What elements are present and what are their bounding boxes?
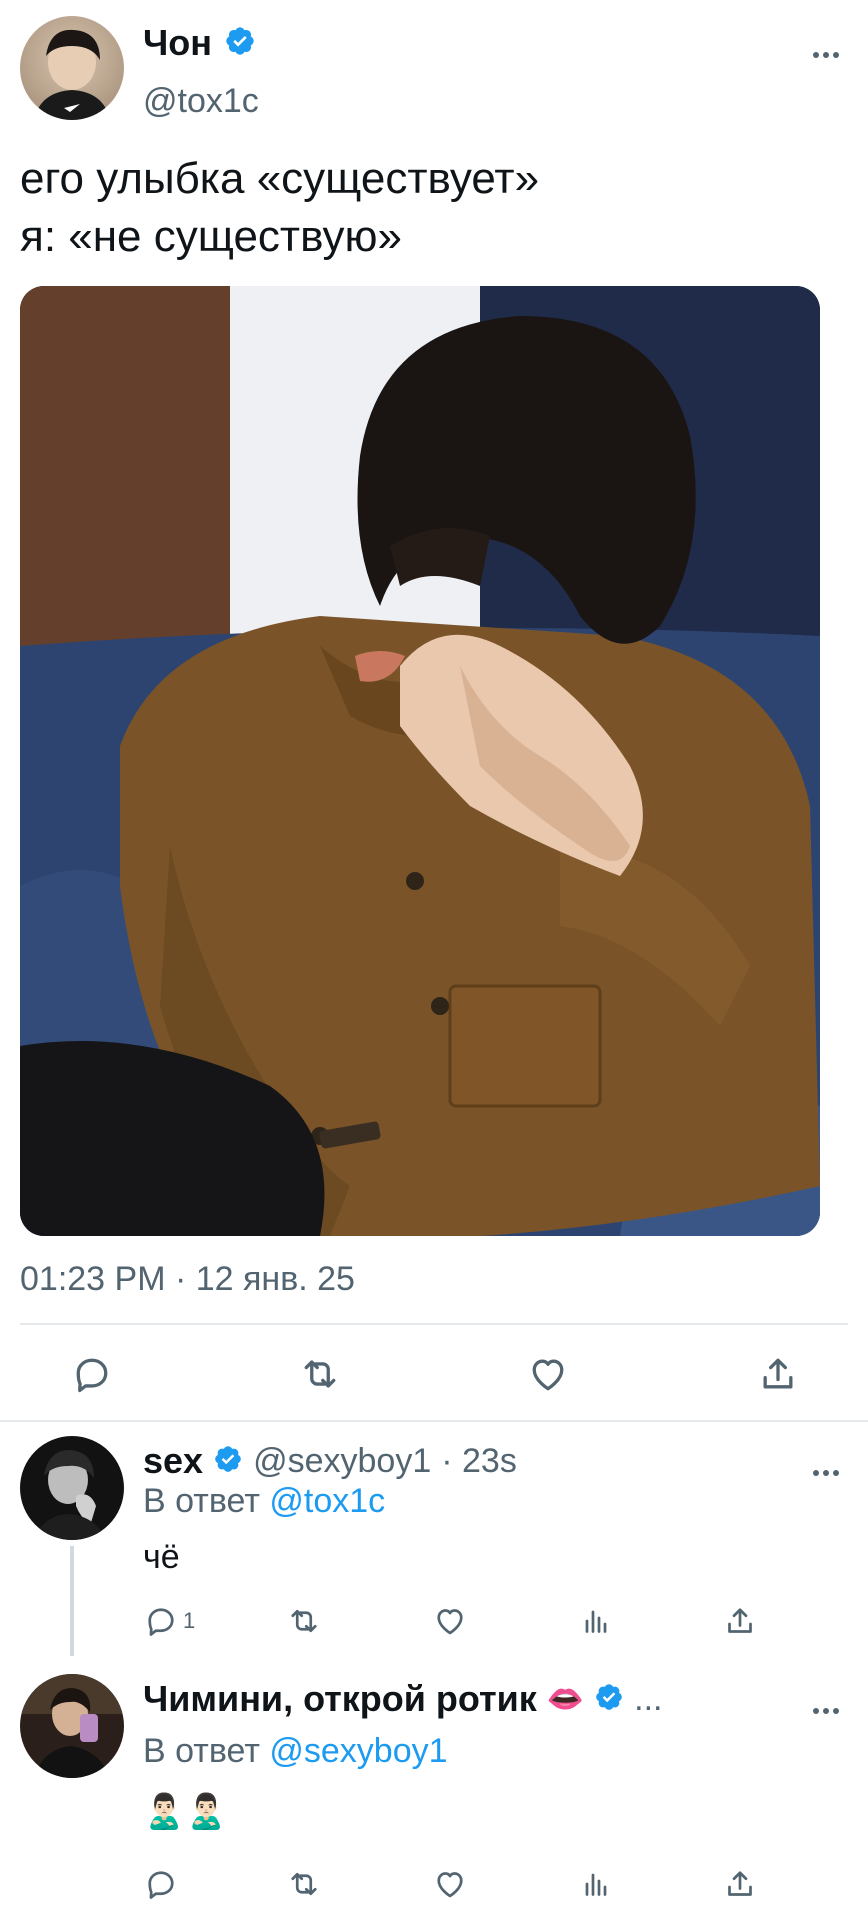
lips-emoji: 👄: [546, 1682, 585, 1716]
like-button[interactable]: [526, 1352, 570, 1396]
author-handle[interactable]: @tox1c: [143, 82, 259, 121]
reply-count: 1: [183, 1608, 196, 1633]
divider: [0, 1420, 868, 1422]
bar-chart-icon: [585, 1610, 607, 1633]
reply-to-prefix: В ответ: [143, 1482, 260, 1520]
retweet-button[interactable]: [286, 1866, 322, 1902]
more-dots-icon[interactable]: [812, 1690, 840, 1724]
like-button[interactable]: [432, 1603, 468, 1639]
speech-bubble-icon: [76, 1358, 108, 1393]
more-dots-icon[interactable]: [812, 34, 840, 68]
speech-bubble-icon: [148, 1871, 174, 1899]
tweet-photo[interactable]: [20, 286, 820, 1236]
bar-chart-icon: [585, 1873, 607, 1896]
reply-avatar[interactable]: [20, 1436, 124, 1540]
heart-icon: [532, 1359, 564, 1391]
views-button[interactable]: [578, 1603, 614, 1639]
reply-to-prefix: В ответ: [143, 1732, 260, 1770]
share-upload-icon: [763, 1358, 793, 1389]
like-button[interactable]: [432, 1866, 468, 1902]
reply-button[interactable]: [143, 1866, 179, 1902]
retweet-button[interactable]: [298, 1352, 342, 1396]
retweet-button[interactable]: [286, 1603, 322, 1639]
reply-display-name[interactable]: sex: [143, 1440, 203, 1482]
reply-display-name[interactable]: Чимини, открой ротик: [143, 1678, 537, 1720]
retweet-icon: [291, 1609, 317, 1633]
retweet-icon: [291, 1872, 317, 1896]
views-button[interactable]: [578, 1866, 614, 1902]
author-avatar[interactable]: [20, 16, 124, 120]
tweet-timestamp[interactable]: 01:23 PM · 12 янв. 25: [20, 1260, 355, 1299]
share-upload-icon: [728, 1608, 752, 1633]
speech-bubble-icon: [148, 1608, 174, 1636]
thread-connector-line: [70, 1546, 74, 1656]
reply-text: чё: [143, 1538, 180, 1576]
verified-badge-icon: [594, 1682, 624, 1717]
author-display-name[interactable]: Чон: [143, 22, 212, 64]
truncation-ellipsis: ...: [634, 1679, 663, 1718]
retweet-icon: [304, 1360, 336, 1388]
share-button[interactable]: [722, 1603, 758, 1639]
tweet-text-line-1: его улыбка «существует»: [20, 154, 540, 203]
divider: [20, 1323, 848, 1325]
reply-button[interactable]: [70, 1352, 114, 1396]
verified-badge-icon: [224, 25, 256, 62]
reply-to-mention[interactable]: @sexyboy1: [269, 1732, 447, 1770]
heart-icon: [437, 1872, 463, 1898]
more-dots-icon[interactable]: [812, 1452, 840, 1486]
share-button[interactable]: [756, 1352, 800, 1396]
share-upload-icon: [728, 1871, 752, 1896]
verified-badge-icon: [213, 1444, 243, 1479]
tweet-text-line-2: я: «не существую»: [20, 212, 402, 261]
reply-time: · 23s: [441, 1441, 517, 1480]
share-button[interactable]: [722, 1866, 758, 1902]
reply-text: 🙎🏻‍♂️🙎🏻‍♂️: [143, 1793, 228, 1831]
heart-icon: [437, 1609, 463, 1635]
reply-avatar[interactable]: [20, 1674, 124, 1778]
reply-handle[interactable]: @sexyboy1: [253, 1442, 431, 1481]
reply-to-mention[interactable]: @tox1c: [269, 1482, 385, 1520]
reply-button[interactable]: 1: [143, 1603, 195, 1639]
